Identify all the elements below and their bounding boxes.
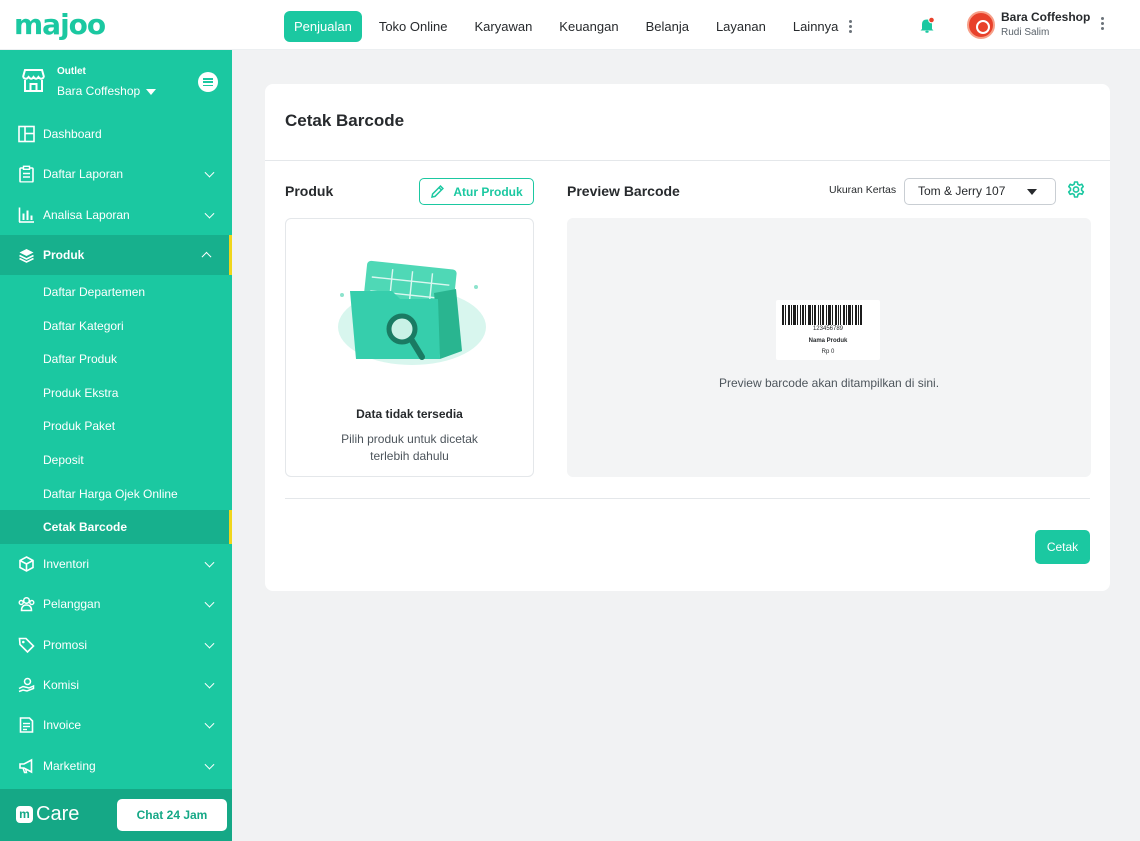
nav-keuangan[interactable]: Keuangan: [549, 11, 628, 42]
outlet-name[interactable]: Bara Coffeshop: [57, 84, 157, 98]
divider: [285, 498, 1090, 499]
store-icon: [22, 69, 45, 92]
sidebar: Outlet Bara Coffeshop Dashboard Daftar L…: [0, 50, 232, 841]
empty-folder-search-icon: [338, 260, 486, 365]
barcode-preview-area: 123456789 Nama Produk Rp 0 Preview barco…: [567, 218, 1091, 477]
sidebar-item-label: Analisa Laporan: [43, 207, 130, 222]
side-menu: Dashboard Daftar Laporan Analisa Laporan…: [0, 114, 232, 786]
sidebar-subitem-produk-ekstra[interactable]: Produk Ekstra: [0, 376, 232, 410]
chevron-down-icon: [204, 678, 215, 689]
paper-size-select[interactable]: Tom & Jerry 107: [904, 178, 1056, 205]
top-navigation: Penjualan Toko Online Karyawan Keuangan …: [284, 11, 853, 42]
barcode-price: Rp 0: [821, 349, 835, 355]
nav-penjualan[interactable]: Penjualan: [284, 11, 362, 42]
preview-section-title: Preview Barcode: [567, 183, 680, 199]
user-avatar[interactable]: [967, 11, 995, 39]
divider: [265, 160, 1110, 161]
hand-coin-icon: [18, 677, 35, 693]
sidebar-item-analisa-laporan[interactable]: Analisa Laporan: [0, 195, 232, 235]
sidebar-item-invoice[interactable]: Invoice: [0, 705, 232, 745]
nav-toko-online[interactable]: Toko Online: [369, 11, 458, 42]
sidebar-item-komisi[interactable]: Komisi: [0, 665, 232, 705]
more-menu-icon[interactable]: [849, 20, 853, 33]
sidebar-item-marketing[interactable]: Marketing: [0, 745, 232, 785]
clipboard-icon: [19, 166, 34, 183]
top-bar: majoo Penjualan Toko Online Karyawan Keu…: [0, 0, 1140, 50]
user-menu-icon[interactable]: [1101, 17, 1105, 30]
majoo-care-logo: m Care: [16, 803, 79, 826]
care-bar: m Care Chat 24 Jam: [0, 789, 232, 841]
sidebar-item-label: Dashboard: [43, 127, 102, 142]
chevron-up-icon: [201, 251, 212, 262]
care-m-icon: m: [16, 806, 33, 823]
users-icon: [18, 597, 35, 612]
sidebar-item-label: Marketing: [43, 758, 96, 773]
sidebar-subitem-cetak-barcode[interactable]: Cetak Barcode: [0, 510, 232, 544]
outlet-selector[interactable]: Outlet Bara Coffeshop: [0, 50, 232, 110]
dashboard-icon: [18, 125, 35, 143]
nav-karyawan[interactable]: Karyawan: [464, 11, 542, 42]
preview-placeholder-text: Preview barcode akan ditampilkan di sini…: [718, 376, 940, 390]
cetak-button[interactable]: Cetak: [1035, 530, 1090, 564]
sidebar-item-promosi[interactable]: Promosi: [0, 625, 232, 665]
bell-icon[interactable]: [918, 16, 936, 34]
chevron-down-icon: [204, 598, 215, 608]
box-icon: [19, 249, 34, 263]
page-title: Cetak Barcode: [285, 111, 405, 130]
sidebar-subitem-deposit[interactable]: Deposit: [0, 443, 232, 477]
produk-section-title: Produk: [285, 183, 334, 199]
user-name: Rudi Salim: [1001, 27, 1050, 38]
product-empty-state: Data tidak tersedia Pilih produk untuk d…: [285, 218, 534, 477]
sidebar-subitem-produk-paket[interactable]: Produk Paket: [0, 410, 232, 444]
nav-layanan[interactable]: Layanan: [706, 11, 776, 42]
atur-produk-button[interactable]: Atur Produk: [419, 178, 534, 205]
sidebar-item-label: Promosi: [43, 637, 88, 652]
empty-state-description: Pilih produk untuk dicetak terlebih dahu…: [341, 432, 478, 463]
sidebar-item-label: Daftar Laporan: [43, 167, 124, 182]
gear-icon[interactable]: [1067, 181, 1085, 199]
sidebar-subitem-daftar-produk[interactable]: Daftar Produk: [0, 342, 232, 376]
megaphone-icon: [19, 758, 33, 773]
chevron-down-icon: [204, 168, 215, 178]
barcode-product-name: Nama Produk: [808, 338, 848, 344]
chevron-down-icon: [204, 208, 215, 219]
sidebar-subitem-daftar-kategori[interactable]: Daftar Kategori: [0, 309, 232, 343]
pencil-icon: [431, 185, 445, 198]
chat-24-jam-button[interactable]: Chat 24 Jam: [117, 799, 227, 831]
sidebar-item-pelanggan[interactable]: Pelanggan: [0, 584, 232, 624]
menu-toggle-icon[interactable]: [198, 72, 218, 92]
sidebar-item-daftar-laporan[interactable]: Daftar Laporan: [0, 154, 232, 194]
sidebar-item-produk[interactable]: Produk: [0, 234, 232, 276]
paper-size-label: Ukuran Kertas: [829, 184, 897, 196]
cetak-barcode-card: Cetak Barcode Produk Atur Produk Data ti…: [265, 84, 1110, 591]
invoice-icon: [19, 717, 34, 734]
empty-state-title: Data tidak tersedia: [356, 407, 463, 421]
barcode-sample-label: 123456789 Nama Produk Rp 0: [776, 300, 880, 360]
sidebar-item-dashboard[interactable]: Dashboard: [0, 114, 232, 154]
business-name: Bara Coffeshop: [1001, 10, 1091, 24]
cube-icon: [19, 556, 34, 572]
majoo-logo[interactable]: majoo: [14, 9, 106, 41]
barcode-bars: [782, 305, 874, 325]
chevron-down-icon: [204, 557, 215, 568]
caret-down-icon: [1027, 189, 1037, 195]
caret-down-icon: [146, 88, 157, 95]
sidebar-item-label: Inventori: [43, 557, 90, 572]
sidebar-subitem-daftar-harga-ojek-online[interactable]: Daftar Harga Ojek Online: [0, 477, 232, 511]
barcode-number: 123456789: [812, 326, 844, 332]
sidebar-item-inventori[interactable]: Inventori: [0, 544, 232, 584]
sidebar-item-label: Pelanggan: [43, 597, 101, 612]
sidebar-item-label: Produk: [43, 248, 85, 263]
chevron-down-icon: [204, 718, 215, 729]
sidebar-item-label: Invoice: [43, 718, 82, 733]
chevron-down-icon: [204, 638, 215, 649]
outlet-label: Outlet: [57, 66, 86, 77]
sidebar-subitem-daftar-departemen[interactable]: Daftar Departemen: [0, 275, 232, 309]
nav-belanja[interactable]: Belanja: [636, 11, 699, 42]
bar-chart-icon: [18, 207, 34, 223]
chevron-down-icon: [204, 759, 215, 770]
sidebar-item-label: Komisi: [43, 677, 80, 692]
nav-lainnya[interactable]: Lainnya: [783, 11, 849, 42]
tag-icon: [18, 637, 35, 653]
